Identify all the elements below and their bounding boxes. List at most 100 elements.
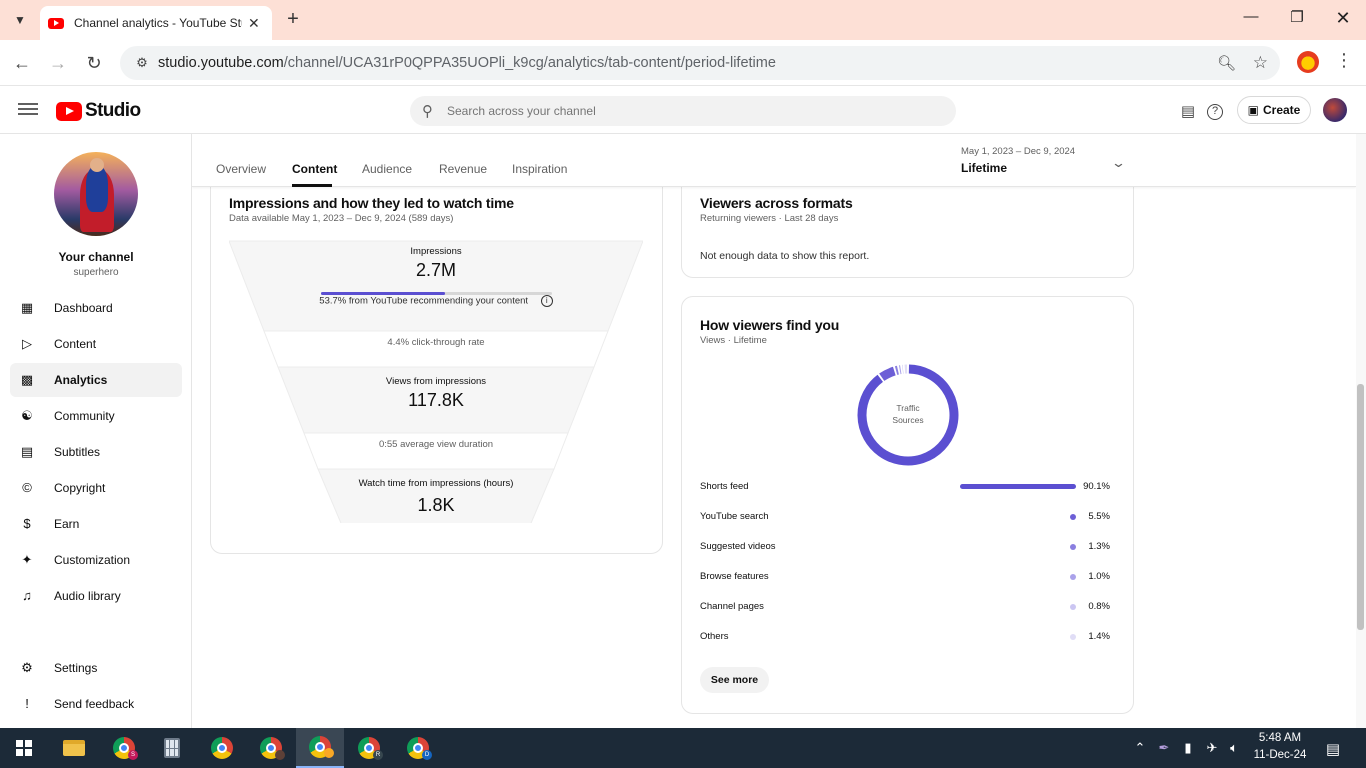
analytics-tab-bar: Overview Content Audience Revenue Inspir… — [192, 134, 1356, 187]
site-info-icon[interactable]: ⚙ — [126, 55, 158, 71]
browser-tab[interactable]: Channel analytics - YouTube Studio ✕ — [40, 6, 272, 40]
back-button[interactable]: ← — [11, 52, 33, 74]
sidebar-item-label: Content — [54, 337, 97, 351]
sidebar-item-subtitles[interactable]: ▤ Subtitles — [10, 435, 182, 469]
new-tab-button[interactable]: + — [282, 8, 304, 30]
sidebar-item-customization[interactable]: ✦ Customization — [10, 543, 182, 577]
url-text[interactable]: studio.youtube.com/channel/UCA31rP0QPPA3… — [158, 55, 776, 71]
help-icon[interactable]: ? — [1207, 104, 1223, 120]
channel-search[interactable]: ⚲ — [410, 96, 956, 126]
dollar-icon: $ — [23, 516, 31, 531]
file-explorer-icon[interactable] — [50, 728, 98, 768]
analytics-main: Impressions and how they led to watch ti… — [192, 134, 1356, 728]
scrollbar-thumb[interactable] — [1357, 384, 1364, 630]
restore-button[interactable]: ❐ — [1282, 8, 1312, 32]
notifications-icon[interactable]: ▤ — [1324, 740, 1342, 758]
community-icon: ☯ — [21, 408, 33, 423]
bookmark-star-icon[interactable]: ☆ — [1253, 53, 1268, 73]
formats-card: Viewers across formats Returning viewers… — [681, 174, 1134, 278]
donut-slice-youtube-search[interactable] — [879, 366, 896, 382]
info-icon[interactable]: i — [540, 295, 553, 307]
tab-audience[interactable]: Audience — [362, 162, 412, 176]
forward-button[interactable]: → — [47, 52, 69, 74]
traffic-source-row: Suggested videos 1.3% — [700, 539, 1110, 555]
tab-content[interactable]: Content — [292, 162, 337, 176]
sidebar-item-label: Analytics — [54, 373, 108, 387]
chrome-profile-2-icon[interactable] — [247, 728, 295, 768]
browser-profile-avatar[interactable] — [1297, 51, 1319, 73]
minimize-button[interactable]: — — [1236, 8, 1266, 32]
sidebar-item-label: Send feedback — [54, 697, 135, 711]
pen-icon[interactable]: ✒ — [1155, 740, 1173, 756]
youtube-play-icon — [56, 101, 82, 121]
channel-avatar[interactable] — [54, 152, 138, 236]
tab-close-icon[interactable]: ✕ — [248, 15, 260, 32]
sidebar-item-label: Copyright — [54, 481, 106, 495]
channel-handle: superhero — [73, 267, 119, 278]
chrome-profile-r-icon[interactable]: R — [345, 728, 393, 768]
sidebar-item-label: Subtitles — [54, 445, 101, 459]
create-button[interactable]: ▣ Create — [1237, 96, 1311, 124]
feedback-icon: ! — [25, 696, 29, 711]
sidebar-item-settings[interactable]: ⚙ Settings — [10, 651, 182, 685]
create-video-icon: ▣ — [1247, 103, 1259, 117]
tray-chevron-up-icon[interactable]: ⌃ — [1131, 740, 1149, 756]
close-window-button[interactable]: ✕ — [1328, 8, 1358, 32]
zoom-icon[interactable]: 🔍︎ — [1217, 54, 1236, 72]
sidebar-item-content[interactable]: ▷ Content — [10, 327, 182, 361]
search-input[interactable] — [447, 104, 927, 118]
airplane-mode-icon[interactable]: ✈ — [1203, 740, 1221, 756]
magic-wand-icon: ✦ — [21, 552, 33, 567]
tab-revenue[interactable]: Revenue — [439, 162, 487, 176]
impressions-card-subtitle: Data available May 1, 2023 – Dec 9, 2024… — [229, 213, 454, 224]
traffic-source-percent: 5.5% — [1088, 511, 1110, 522]
tab-title: Channel analytics - YouTube Studio — [74, 16, 242, 30]
sidebar-item-audio-library[interactable]: ♫ Audio library — [10, 579, 182, 613]
traffic-source-dot — [1070, 514, 1076, 520]
recommend-text: 53.7% from YouTube recommending your con… — [229, 295, 643, 307]
clock-time[interactable]: 5:48 AM — [1252, 732, 1308, 744]
sidebar-item-earn[interactable]: $ Earn — [10, 507, 182, 541]
chevron-down-icon[interactable]: ⌄ — [1111, 155, 1126, 171]
battery-icon[interactable]: ▮ — [1179, 740, 1197, 756]
sidebar-item-analytics[interactable]: ▩ Analytics — [10, 363, 182, 397]
traffic-source-bar — [960, 484, 1076, 489]
chrome-icon[interactable] — [198, 728, 246, 768]
windows-start-icon[interactable] — [0, 728, 48, 768]
browser-menu-icon[interactable]: ⋮ — [1334, 50, 1354, 71]
url-host: studio.youtube.com — [158, 55, 284, 71]
traffic-card: How viewers find you Views · Lifetime Tr… — [681, 296, 1134, 714]
sidebar-item-dashboard[interactable]: ▦ Dashboard — [10, 291, 182, 325]
traffic-source-dot — [1070, 604, 1076, 610]
studio-logo[interactable]: Studio — [56, 100, 141, 122]
chrome-profile-s-icon[interactable]: S — [100, 728, 148, 768]
traffic-source-dot — [1070, 544, 1076, 550]
volume-icon[interactable]: 🔈︎ — [1225, 740, 1243, 756]
calculator-icon[interactable] — [148, 728, 196, 768]
sidebar-item-community[interactable]: ☯ Community — [10, 399, 182, 433]
traffic-source-dot — [1070, 634, 1076, 640]
clock-date[interactable]: 11-Dec-24 — [1252, 749, 1308, 761]
watch-time-value: 1.8K — [417, 495, 455, 515]
tab-inspiration[interactable]: Inspiration — [512, 162, 567, 176]
sidebar-item-send-feedback[interactable]: ! Send feedback — [10, 687, 182, 721]
hamburger-menu-icon[interactable] — [18, 100, 38, 120]
traffic-source-name: Browse features — [700, 571, 769, 582]
sidebar-item-label: Dashboard — [54, 301, 113, 315]
reload-button[interactable]: ↻ — [83, 52, 105, 74]
messages-icon[interactable]: ▤ — [1178, 102, 1198, 122]
copyright-icon: © — [22, 480, 32, 495]
views-label: Views from impressions — [385, 376, 487, 387]
active-tab-indicator — [292, 184, 332, 187]
see-more-button[interactable]: See more — [700, 667, 769, 693]
address-bar[interactable]: ⚙ studio.youtube.com/channel/UCA31rP0QPP… — [120, 46, 1280, 80]
traffic-source-row: Browse features 1.0% — [700, 569, 1110, 585]
tab-search-chevron-icon[interactable]: ▼ — [8, 8, 32, 32]
account-avatar[interactable] — [1323, 98, 1347, 122]
chrome-active-window-icon[interactable] — [296, 728, 344, 768]
audio-library-icon: ♫ — [22, 588, 32, 603]
chrome-profile-d-icon[interactable]: D — [394, 728, 442, 768]
sidebar-item-copyright[interactable]: © Copyright — [10, 471, 182, 505]
traffic-source-row: Channel pages 0.8% — [700, 599, 1110, 615]
tab-overview[interactable]: Overview — [216, 162, 266, 176]
